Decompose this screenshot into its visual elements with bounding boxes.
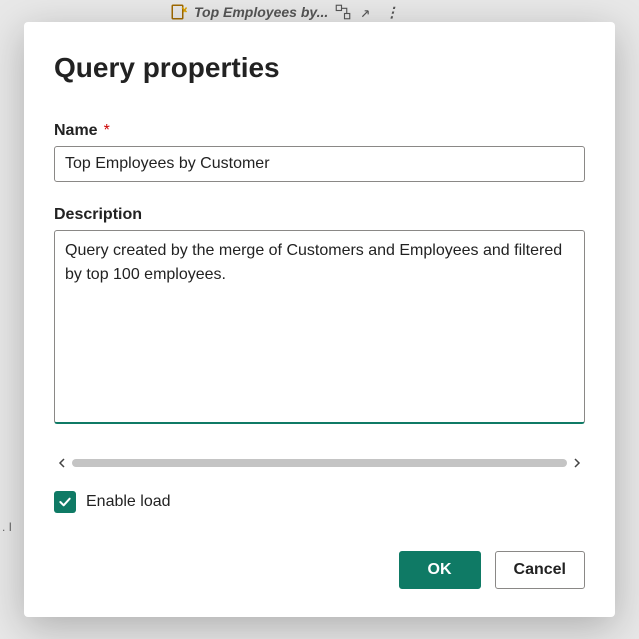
description-label: Description [54,206,585,224]
cancel-button[interactable]: Cancel [495,551,585,589]
name-label: Name * [54,122,585,140]
enable-load-label: Enable load [86,493,171,511]
background-left-marker: . I [2,520,12,534]
enable-load-checkbox[interactable] [54,491,76,513]
enable-load-row: Enable load [54,491,585,513]
description-field: Description [54,206,585,429]
expand-icon [358,3,376,21]
dialog-buttons: OK Cancel [54,551,585,589]
more-icon: ⋮ [382,3,400,21]
dialog-title: Query properties [54,52,585,84]
query-icon [170,3,188,21]
required-asterisk: * [104,122,110,140]
scroll-track[interactable] [72,459,567,467]
query-properties-dialog: Query properties Name * Description Enab… [24,22,615,617]
horizontal-scrollbar[interactable] [54,453,585,473]
diagram-icon [334,3,352,21]
scroll-left-icon[interactable] [54,455,70,471]
background-tab: Top Employees by... ⋮ [170,0,400,24]
background-tab-title: Top Employees by... [194,4,328,20]
scroll-right-icon[interactable] [569,455,585,471]
name-field: Name * [54,122,585,206]
ok-button[interactable]: OK [399,551,481,589]
description-input[interactable] [54,230,585,424]
name-input[interactable] [54,146,585,182]
